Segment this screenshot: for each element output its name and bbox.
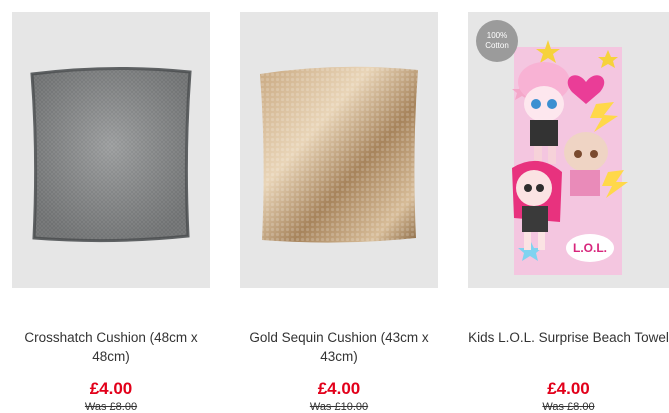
badge-line-2: Cotton: [485, 41, 509, 50]
product-was-price: Was £8.00: [84, 401, 138, 413]
product-was-price: Was £10.00: [309, 401, 369, 413]
product-price: £4.00: [547, 379, 590, 398]
product-name[interactable]: Kids L.O.L. Surprise Beach Towel: [468, 328, 669, 347]
product-card-gold-sequin-cushion[interactable]: Gold Sequin Cushion (43cm x 43cm) £4.00 …: [240, 12, 438, 413]
cotton-badge: 100% Cotton: [476, 20, 518, 62]
product-was-price: Was £8.00: [542, 401, 595, 413]
product-card-crosshatch-cushion[interactable]: Crosshatch Cushion (48cm x 48cm) £4.00 W…: [12, 12, 210, 413]
product-name[interactable]: Crosshatch Cushion (48cm x 48cm): [12, 328, 210, 366]
product-name[interactable]: Gold Sequin Cushion (43cm x 43cm): [240, 328, 438, 366]
product-image[interactable]: [12, 12, 210, 288]
svg-text:L.O.L.: L.O.L.: [573, 241, 607, 255]
product-image[interactable]: L.O.L. 100% Cotton: [468, 12, 669, 288]
product-price: £4.00: [89, 379, 133, 398]
product-card-lol-beach-towel[interactable]: L.O.L. 100% Cotton Kids L.O.L. Surprise …: [468, 12, 669, 413]
product-image[interactable]: [240, 12, 438, 288]
badge-line-1: 100%: [486, 31, 508, 40]
product-price: £4.00: [317, 379, 361, 398]
grey-cushion-image: [30, 66, 192, 243]
gold-cushion-image: [260, 66, 418, 243]
